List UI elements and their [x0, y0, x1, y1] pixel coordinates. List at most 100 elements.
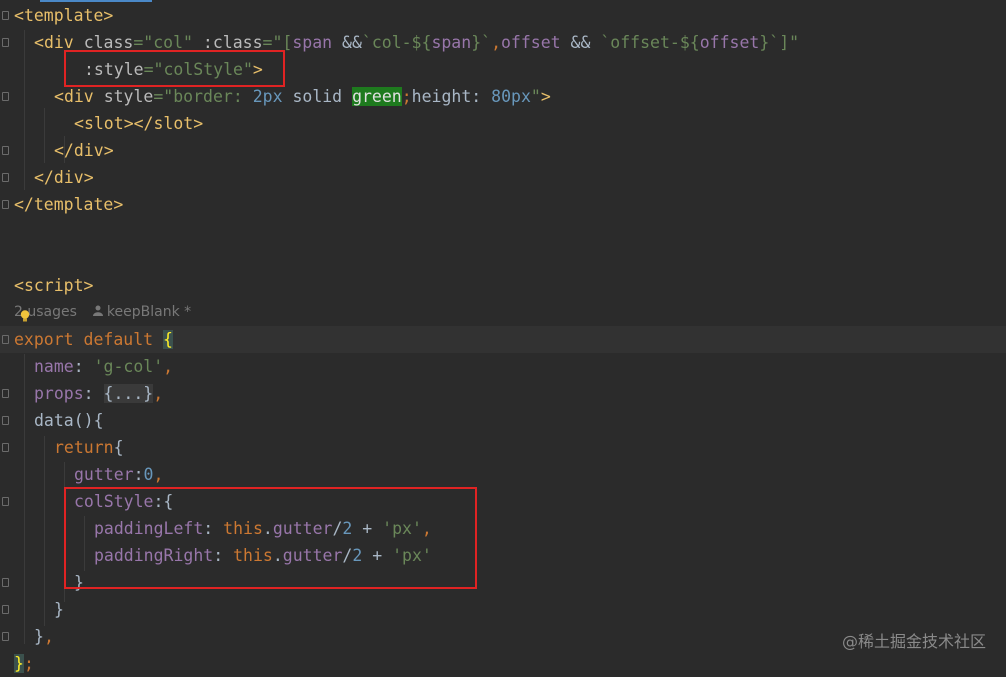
code-line-16[interactable]: data(){ [34, 407, 104, 434]
tag-bracket: < [34, 33, 44, 52]
fold-marker[interactable] [2, 578, 9, 587]
highlight-box-style-attr [64, 50, 285, 87]
tag-bracket: > [83, 168, 94, 187]
code-line-24[interactable]: }, [34, 623, 54, 650]
operator: && [560, 33, 601, 52]
operator: && [332, 33, 362, 52]
brace: { [113, 438, 124, 457]
fold-marker[interactable] [2, 38, 9, 47]
tag-bracket: > [113, 195, 124, 214]
css-number: 2px [252, 87, 283, 106]
code-vision-hint[interactable]: 2 usages keepBlank * [14, 299, 191, 326]
tag-bracket: < [74, 114, 84, 133]
fold-marker[interactable] [2, 497, 9, 506]
fold-marker[interactable] [2, 443, 9, 452]
colon: : [73, 357, 94, 376]
indent-guide [44, 436, 45, 626]
code-line-7[interactable]: </div> [34, 164, 94, 191]
attr-value: " [530, 87, 541, 106]
fold-marker[interactable] [2, 605, 9, 614]
identifier: offset [501, 33, 561, 52]
brace: } [14, 654, 24, 673]
comma: , [153, 465, 164, 484]
tag-bracket: < [14, 276, 24, 295]
comma: , [163, 357, 174, 376]
fold-marker[interactable] [2, 335, 9, 344]
brace: } [34, 627, 44, 646]
code-line-13[interactable]: export default { [14, 326, 173, 353]
tag-bracket: > [103, 141, 114, 160]
tag-name: div [73, 141, 104, 160]
colon: : [133, 465, 144, 484]
fold-marker[interactable] [2, 92, 9, 101]
keyword: return [54, 438, 114, 457]
watermark: @稀土掘金技术社区 [841, 632, 986, 651]
code-editor[interactable]: <template> <div class="col" :class="[spa… [0, 0, 1006, 673]
code-line-25[interactable]: }; [14, 650, 34, 677]
css-number: 80px [491, 87, 531, 106]
tag-name: template [23, 6, 104, 25]
keyword: export default [14, 330, 164, 349]
comma: , [43, 627, 54, 646]
tag-bracket: < [14, 6, 24, 25]
css-value: solid [282, 87, 353, 106]
identifier: span [431, 33, 472, 52]
fold-marker[interactable] [2, 632, 9, 641]
code-line-18[interactable]: gutter:0, [74, 461, 163, 488]
tag-bracket: > [83, 276, 94, 295]
tag-bracket: ></ [123, 114, 154, 133]
tag-name: script [23, 276, 84, 295]
attr-eq: = [153, 87, 164, 106]
property-name: name [34, 357, 74, 376]
tag-bracket: < [54, 87, 64, 106]
fold-marker[interactable] [2, 389, 9, 398]
lightbulb-icon[interactable] [20, 307, 30, 322]
code-line-6[interactable]: </div> [54, 137, 114, 164]
tag-name: slot [153, 114, 194, 133]
comma: , [491, 33, 501, 52]
folded-region[interactable]: {...} [103, 384, 154, 403]
template-string: }` [759, 33, 780, 52]
tag-name: div [63, 87, 94, 106]
indent-guide [44, 108, 45, 163]
code-line-5[interactable]: <slot></slot> [74, 110, 203, 137]
tag-name: div [53, 168, 84, 187]
author-hint[interactable]: keepBlank * [107, 304, 191, 320]
template-string: `col-${ [361, 33, 432, 52]
tag-bracket: </ [14, 195, 34, 214]
tag-name: template [33, 195, 114, 214]
identifier: offset [699, 33, 760, 52]
identifier: span [292, 33, 333, 52]
comma: , [153, 384, 164, 403]
fold-marker[interactable] [2, 173, 9, 182]
code-line-14[interactable]: name: 'g-col', [34, 353, 173, 380]
indent-guide [24, 30, 25, 190]
tag-bracket: > [193, 114, 204, 133]
tag-bracket: > [103, 6, 114, 25]
fold-marker[interactable] [2, 416, 9, 425]
attr-name: style [103, 87, 154, 106]
tag-name: slot [83, 114, 124, 133]
code-line-17[interactable]: return{ [54, 434, 124, 461]
number-literal: 0 [143, 465, 154, 484]
function-decl: data(){ [34, 411, 104, 430]
code-line-1[interactable]: <template> [14, 2, 113, 29]
colon: : [83, 384, 104, 403]
fold-marker[interactable] [2, 200, 9, 209]
fold-marker[interactable] [2, 146, 9, 155]
property-name: props [34, 384, 84, 403]
color-preview: green [352, 87, 402, 106]
code-line-4[interactable]: <div style="border: 2px solid green;heig… [54, 83, 551, 110]
code-line-8[interactable]: </template> [14, 191, 123, 218]
fold-marker[interactable] [2, 11, 9, 20]
semicolon: ; [401, 87, 412, 106]
attr-value: ]" [779, 33, 800, 52]
css-property: height: [411, 87, 492, 106]
attr-value: "border: [163, 87, 253, 106]
code-line-23[interactable]: } [54, 596, 64, 623]
property-name: gutter [74, 465, 134, 484]
code-line-11[interactable]: <script> [14, 272, 93, 299]
code-line-15[interactable]: props: {...}, [34, 380, 163, 407]
user-icon [92, 299, 103, 326]
